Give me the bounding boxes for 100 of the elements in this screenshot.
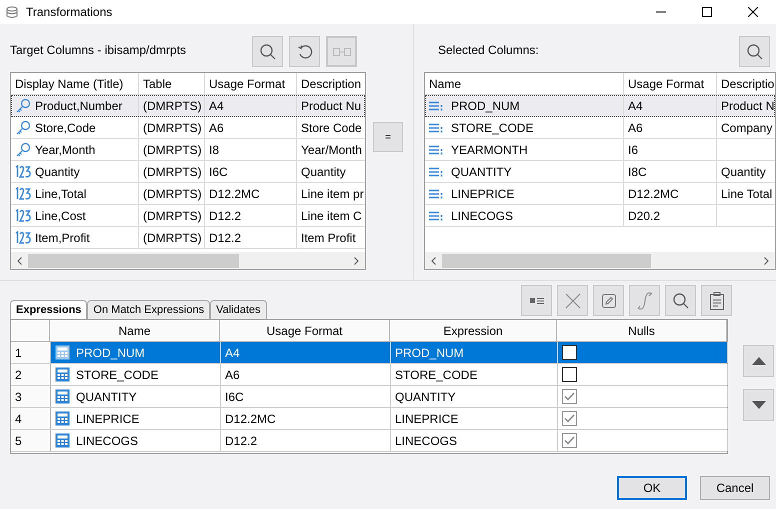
search-button[interactable] — [739, 36, 770, 67]
table-cell: I8 — [205, 139, 297, 160]
table-cell: D20.2 — [624, 205, 717, 226]
table-cell: Item Profit — [297, 227, 365, 248]
calculator-icon — [55, 433, 70, 448]
table-cell: PROD_NUM — [425, 95, 624, 116]
table-cell: I6C — [205, 161, 297, 182]
table-cell: Line item C — [297, 205, 365, 226]
column-header: Nulls — [557, 320, 727, 341]
table-cell: (DMRPTS) — [139, 227, 205, 248]
move-down-button[interactable] — [743, 389, 774, 421]
number-icon — [15, 208, 31, 222]
table-cell: Product N — [717, 95, 775, 116]
table-cell: Item,Profit — [11, 227, 139, 248]
table-cell: A4 — [624, 95, 717, 116]
undo-icon — [296, 44, 312, 60]
close-icon — [748, 7, 758, 17]
table-cell: Store,Code — [11, 117, 139, 138]
edit-button[interactable] — [593, 285, 624, 316]
pencil-icon — [600, 292, 616, 308]
checkbox[interactable] — [562, 411, 577, 426]
table-cell: STORE_CODE — [51, 364, 221, 385]
key-icon — [15, 120, 31, 136]
table-cell: I6 — [624, 139, 717, 160]
move-up-button[interactable] — [743, 345, 774, 377]
table-cell: A6 — [624, 117, 717, 138]
horizontal-scrollbar[interactable] — [425, 252, 775, 269]
table-cell: LINECOGS — [391, 430, 558, 451]
table-cell: PROD_NUM — [51, 342, 221, 363]
search-icon — [672, 292, 690, 310]
number-icon — [15, 164, 31, 178]
table-cell: I6C — [221, 386, 391, 407]
table-cell: STORE_CODE — [391, 364, 558, 385]
table-cell: Year,Month — [11, 139, 139, 160]
down-triangle-icon — [752, 401, 766, 409]
link-icon — [332, 48, 350, 56]
table-cell: Product,Number — [11, 95, 139, 116]
search-icon — [746, 42, 764, 60]
checkbox[interactable] — [562, 389, 577, 404]
number-icon — [15, 186, 31, 200]
table-cell: Quantity — [297, 161, 365, 182]
search-button[interactable] — [252, 36, 283, 67]
function-button[interactable] — [629, 285, 660, 316]
clipboard-icon — [710, 292, 724, 310]
table-cell: (DMRPTS) — [139, 117, 205, 138]
row-number: 5 — [11, 430, 51, 451]
table-cell: (DMRPTS) — [139, 161, 205, 182]
checkbox[interactable] — [562, 345, 577, 360]
table-cell: Product Nu — [297, 95, 365, 116]
delete-button[interactable] — [557, 285, 588, 316]
table-cell: Line,Cost — [11, 205, 139, 226]
card-button[interactable] — [521, 285, 552, 316]
table-cell: QUANTITY — [391, 386, 558, 407]
tab[interactable]: Validates — [210, 300, 267, 319]
tab[interactable]: On Match Expressions — [87, 300, 210, 319]
table-cell: LINEPRICE — [391, 408, 558, 429]
search-button[interactable] — [665, 285, 696, 316]
list-icon — [429, 210, 443, 220]
table-cell: LINEPRICE — [51, 408, 221, 429]
column-header: Description — [297, 73, 365, 94]
column-header: Display Name (Title) — [11, 73, 139, 94]
table-cell: YEARMONTH — [425, 139, 624, 160]
map-button[interactable]: = — [373, 122, 403, 152]
table-cell: QUANTITY — [51, 386, 221, 407]
panel-title: Target Columns - ibisamp/dmrpts — [10, 42, 186, 59]
column-header: Name — [50, 320, 220, 341]
checkbox[interactable] — [562, 433, 577, 448]
table-cell: Quantity — [717, 161, 775, 182]
table-cell: Quantity — [11, 161, 139, 182]
column-header: Usage Format — [220, 320, 390, 341]
clipboard-button[interactable] — [701, 285, 732, 316]
check-icon — [564, 414, 575, 423]
table-cell: D12.2 — [221, 430, 391, 451]
table-cell: QUANTITY — [425, 161, 624, 182]
up-triangle-icon — [752, 357, 766, 365]
table-cell: PROD_NUM — [391, 342, 558, 363]
horizontal-scrollbar[interactable] — [11, 252, 365, 269]
list-icon — [429, 188, 443, 198]
checkbox[interactable] — [562, 367, 577, 382]
table-cell: I8C — [624, 161, 717, 182]
table-cell: A4 — [205, 95, 297, 116]
table-cell: LINECOGS — [425, 205, 624, 226]
close-icon — [564, 292, 580, 308]
row-number: 2 — [11, 364, 51, 385]
key-icon — [15, 142, 31, 158]
database-icon — [6, 5, 18, 19]
table-cell: Line item pr — [297, 183, 365, 204]
dialog-button[interactable]: OK — [617, 476, 687, 500]
search-icon — [258, 42, 276, 60]
column-header: Expression — [390, 320, 557, 341]
table-cell: (DMRPTS) — [139, 139, 205, 160]
undo-button[interactable] — [289, 36, 320, 67]
table-cell: D12.2 — [205, 205, 297, 226]
table-cell: D12.2MC — [221, 408, 391, 429]
check-icon — [564, 436, 575, 445]
dialog-button[interactable]: Cancel — [700, 476, 770, 500]
tab[interactable]: Expressions — [10, 300, 88, 319]
list-icon — [429, 122, 443, 132]
table-cell: A6 — [205, 117, 297, 138]
row-number: 1 — [11, 342, 51, 363]
